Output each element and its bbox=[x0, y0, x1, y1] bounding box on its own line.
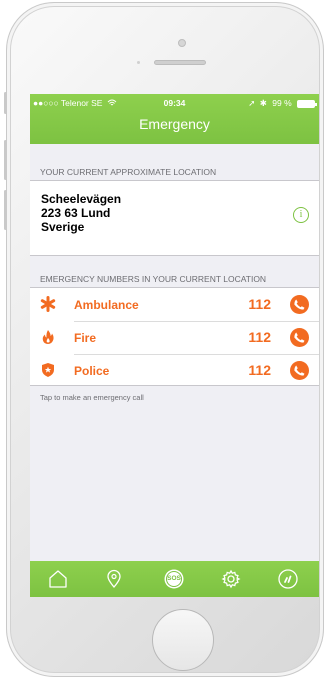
emergency-label: Fire bbox=[74, 331, 97, 345]
status-right: ➚ ✱ 99 % bbox=[248, 94, 317, 112]
emergency-row-ambulance[interactable]: Ambulance 112 bbox=[30, 288, 319, 321]
earpiece-speaker bbox=[154, 60, 206, 65]
location-arrow-icon: ➚ bbox=[248, 98, 256, 108]
home-button[interactable] bbox=[152, 609, 214, 671]
bluetooth-icon: ✱ bbox=[259, 98, 267, 108]
gear-icon[interactable] bbox=[220, 568, 242, 590]
volume-down-button bbox=[4, 190, 7, 230]
location-pin-icon[interactable] bbox=[103, 568, 125, 590]
mute-switch bbox=[4, 92, 7, 114]
page-title: Emergency bbox=[139, 116, 210, 132]
phone-call-icon[interactable] bbox=[290, 295, 309, 314]
emergency-number: 112 bbox=[248, 362, 271, 378]
phone-call-icon[interactable] bbox=[290, 328, 309, 347]
sensor-dot bbox=[137, 61, 140, 64]
numbers-card: Ambulance 112 Fire 112 Police 112 bbox=[30, 287, 319, 386]
info-icon[interactable]: i bbox=[293, 207, 309, 223]
asterisk-icon bbox=[40, 296, 56, 312]
status-bar: ●●○○○ Telenor SE 09:34 ➚ ✱ 99 % bbox=[30, 94, 319, 112]
front-camera bbox=[178, 39, 186, 47]
volume-up-button bbox=[4, 140, 7, 180]
emergency-label: Ambulance bbox=[74, 298, 139, 312]
battery-percent: 99 % bbox=[272, 98, 292, 108]
battery-icon bbox=[297, 99, 317, 108]
sos-label: SOS bbox=[167, 575, 181, 582]
emergency-number: 112 bbox=[248, 296, 271, 312]
tab-bar: SOS bbox=[30, 561, 319, 597]
address-postal: 223 63 Lund bbox=[41, 206, 111, 220]
app-screen: ●●○○○ Telenor SE 09:34 ➚ ✱ 99 % Emergenc… bbox=[30, 94, 319, 597]
emergency-row-fire[interactable]: Fire 112 bbox=[30, 321, 319, 354]
call-hint-text: Tap to make an emergency call bbox=[40, 393, 144, 402]
emergency-number: 112 bbox=[248, 329, 271, 345]
emergency-label: Police bbox=[74, 364, 110, 378]
emergency-row-police[interactable]: Police 112 bbox=[30, 354, 319, 387]
address-street: Scheelevägen bbox=[41, 192, 122, 206]
location-section-header: YOUR CURRENT APPROXIMATE LOCATION bbox=[40, 167, 217, 177]
address-block: Scheelevägen 223 63 Lund Sverige bbox=[41, 192, 121, 234]
speedometer-icon[interactable] bbox=[277, 568, 299, 590]
address-country: Sverige bbox=[41, 220, 85, 234]
location-card: Scheelevägen 223 63 Lund Sverige i bbox=[30, 180, 319, 256]
flame-icon bbox=[40, 329, 56, 345]
navigation-bar: ●●○○○ Telenor SE 09:34 ➚ ✱ 99 % Emergenc… bbox=[30, 94, 319, 144]
home-icon[interactable] bbox=[47, 568, 69, 590]
phone-call-icon[interactable] bbox=[290, 361, 309, 380]
sos-icon[interactable]: SOS bbox=[163, 568, 185, 590]
numbers-section-header: EMERGENCY NUMBERS IN YOUR CURRENT LOCATI… bbox=[40, 274, 267, 284]
police-badge-icon bbox=[40, 362, 56, 378]
